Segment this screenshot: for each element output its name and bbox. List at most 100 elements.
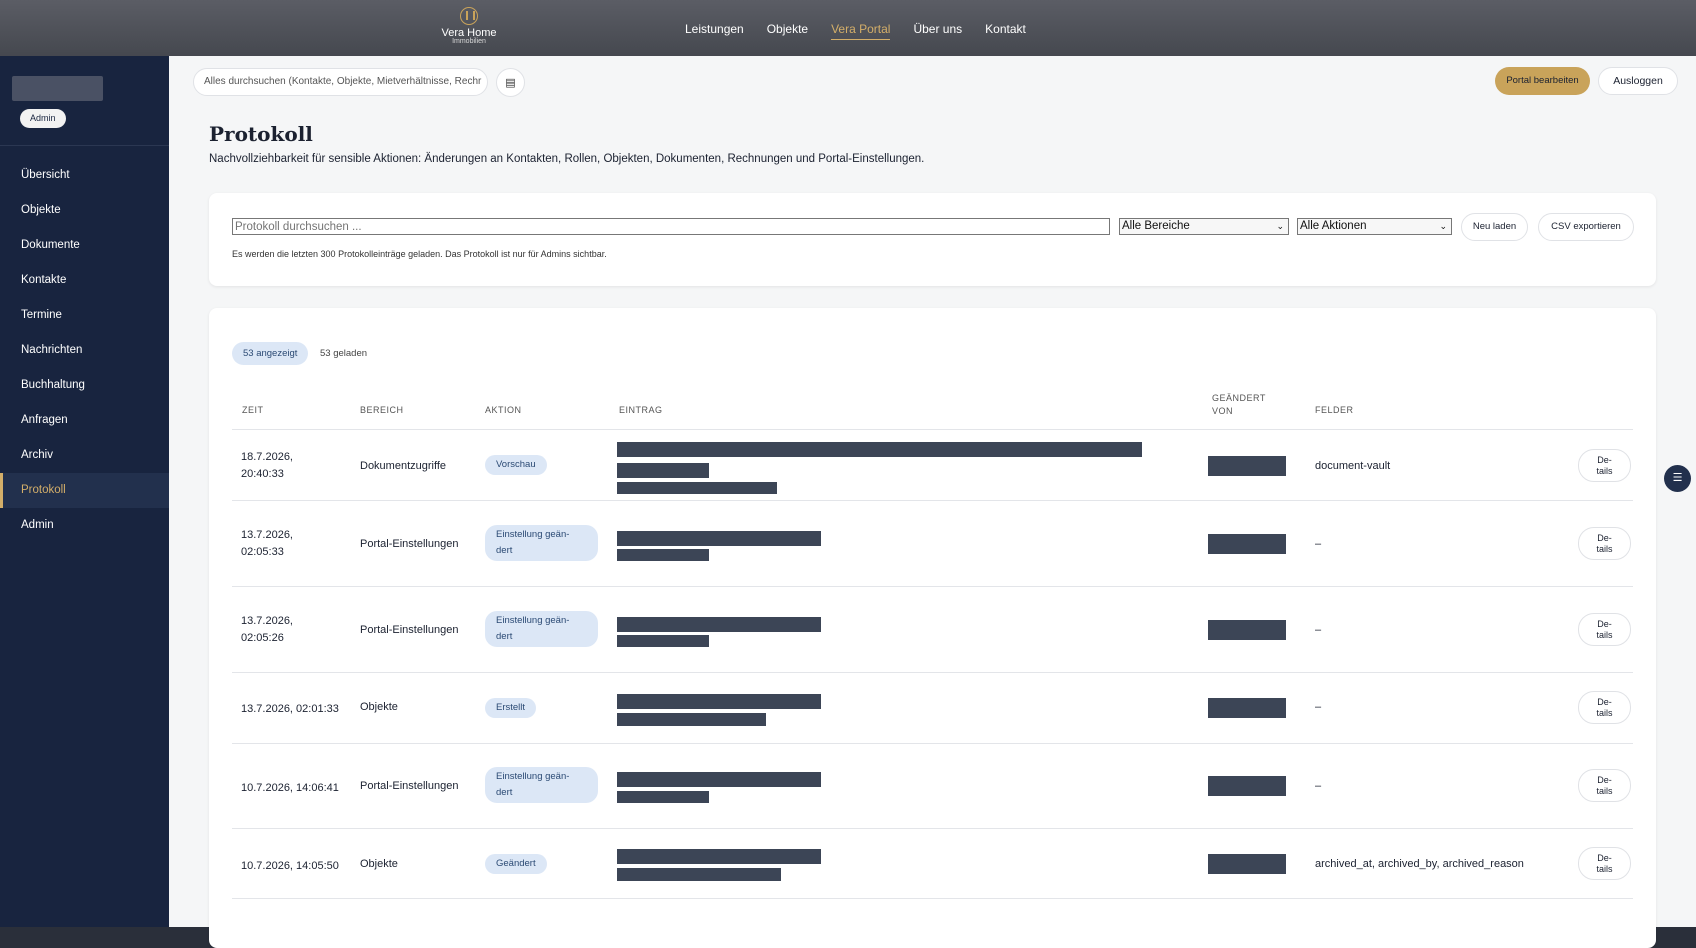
entry-redacted [617, 442, 1142, 457]
loaded-count: 53 geladen [320, 348, 368, 359]
row-action-badge: Vorschau [485, 455, 547, 475]
row-time: 10.7.2026, 14:05:50 [241, 860, 339, 872]
row-action-badge: Einstellung geän-dert [485, 525, 598, 561]
logout-button[interactable]: Ausloggen [1598, 67, 1678, 95]
table-row: 13.7.2026, 02:01:33 Objekte Erstellt – D… [232, 673, 1633, 744]
entry-redacted [617, 463, 709, 478]
sidebar-item-archiv[interactable]: Archiv [0, 438, 169, 473]
header-fields: FELDER [1315, 405, 1354, 415]
user-name-redacted [12, 76, 103, 101]
global-search-input[interactable]: Alles durchsuchen (Kontakte, Objekte, Mi… [193, 68, 488, 96]
row-time: 10.7.2026, 14:06:41 [241, 782, 339, 794]
row-time: 18.7.2026, 20:40:33 [241, 451, 293, 480]
filter-note: Es werden die letzten 300 Protokolleintr… [232, 249, 607, 259]
changed-by-redacted [1208, 854, 1286, 874]
table-row: 10.7.2026, 14:05:50 Objekte Geändert arc… [232, 829, 1633, 899]
nav-vera-portal[interactable]: Vera Portal [831, 22, 891, 40]
top-navigation-bar: Vera Home Immobilien Leistungen Objekte … [0, 0, 1696, 56]
sidebar-item-nachrichten[interactable]: Nachrichten [0, 333, 169, 368]
log-table-card: 53 angezeigt 53 geladen ZEIT BEREICH AKT… [209, 308, 1656, 948]
export-csv-button[interactable]: CSV exportieren [1538, 213, 1634, 241]
header-changed-by: GEÄNDERT VON [1212, 392, 1266, 418]
edit-portal-button[interactable]: Portal bearbeiten [1495, 67, 1590, 95]
row-fields: – [1315, 701, 1322, 713]
changed-by-redacted [1208, 620, 1286, 640]
main-nav: Leistungen Objekte Vera Portal Über uns … [685, 22, 1049, 40]
sidebar-nav: Übersicht Objekte Dokumente Kontakte Ter… [0, 158, 169, 543]
brand-logo[interactable]: Vera Home Immobilien [435, 7, 503, 45]
entry-redacted [617, 482, 777, 494]
shown-count-badge: 53 angezeigt [232, 342, 309, 365]
sidebar-item-termine[interactable]: Termine [0, 298, 169, 333]
entry-redacted [617, 549, 709, 561]
row-action-badge: Einstellung geän-dert [485, 767, 598, 803]
brand-subtitle: Immobilien [452, 38, 486, 45]
row-area: Portal-Einstellungen [360, 538, 459, 550]
row-fields: – [1315, 624, 1322, 636]
header-time: ZEIT [242, 405, 264, 415]
sidebar-item-protokoll[interactable]: Protokoll [0, 473, 169, 508]
sidebar-item-admin[interactable]: Admin [0, 508, 169, 543]
details-button[interactable]: De-tails [1578, 613, 1631, 646]
details-button[interactable]: De-tails [1578, 449, 1631, 482]
nav-objekte[interactable]: Objekte [767, 22, 808, 40]
sidebar: Admin Übersicht Objekte Dokumente Kontak… [0, 56, 169, 927]
user-block: Admin [0, 56, 169, 146]
header-action: AKTION [485, 405, 522, 415]
sidebar-item-dokumente[interactable]: Dokumente [0, 228, 169, 263]
row-time: 13.7.2026, 02:05:26 [241, 615, 293, 644]
sidebar-item-objekte[interactable]: Objekte [0, 193, 169, 228]
changed-by-redacted [1208, 534, 1286, 554]
details-button[interactable]: De-tails [1578, 847, 1631, 880]
log-search-input[interactable] [232, 218, 1110, 235]
chevron-down-icon: ⌄ [1276, 221, 1284, 231]
row-fields: – [1315, 780, 1322, 792]
filter-card: Alle Bereiche ⌄ Alle Aktionen ⌄ Neu lade… [209, 193, 1656, 286]
row-fields: archived_at, archived_by, archived_reaso… [1315, 858, 1524, 870]
changed-by-redacted [1208, 698, 1286, 718]
area-select[interactable]: Alle Bereiche ⌄ [1119, 218, 1289, 235]
row-action-badge: Einstellung geän-dert [485, 611, 598, 647]
entry-redacted [617, 635, 709, 647]
sidebar-item-buchhaltung[interactable]: Buchhaltung [0, 368, 169, 403]
row-action-badge: Erstellt [485, 698, 537, 718]
table-row: 18.7.2026, 20:40:33 Dokumentzugriffe Vors… [232, 431, 1633, 501]
entry-redacted [617, 531, 821, 546]
changed-by-redacted [1208, 776, 1286, 796]
row-area: Objekte [360, 858, 398, 870]
details-button[interactable]: De-tails [1578, 691, 1631, 724]
details-button[interactable]: De-tails [1578, 769, 1631, 802]
filter-list-icon[interactable]: ☰ [1664, 465, 1691, 492]
entry-redacted [617, 694, 821, 709]
entry-redacted [617, 868, 781, 881]
row-area: Portal-Einstellungen [360, 624, 459, 636]
sidebar-item-kontakte[interactable]: Kontakte [0, 263, 169, 298]
table-row: 13.7.2026, 02:05:26 Portal-Einstellungen … [232, 587, 1633, 673]
row-area: Objekte [360, 701, 398, 713]
header-area: BEREICH [360, 405, 404, 415]
nav-kontakt[interactable]: Kontakt [985, 22, 1026, 40]
entry-redacted [617, 772, 821, 787]
area-select-value: Alle Bereiche [1122, 220, 1190, 232]
row-area: Portal-Einstellungen [360, 780, 459, 792]
sidebar-item-uebersicht[interactable]: Übersicht [0, 158, 169, 193]
details-button[interactable]: De-tails [1578, 527, 1631, 560]
header-changed-by-line2: VON [1212, 406, 1234, 416]
entry-redacted [617, 849, 821, 864]
changed-by-redacted [1208, 456, 1286, 476]
sidebar-item-anfragen[interactable]: Anfragen [0, 403, 169, 438]
action-select-value: Alle Aktionen [1300, 220, 1367, 232]
scan-icon[interactable]: ▤ [496, 68, 525, 97]
action-select[interactable]: Alle Aktionen ⌄ [1297, 218, 1452, 235]
header-entry: EINTRAG [619, 405, 663, 415]
row-fields: document-vault [1315, 460, 1391, 472]
table-row: 10.7.2026, 14:06:41 Portal-Einstellungen… [232, 744, 1633, 829]
reload-button[interactable]: Neu laden [1461, 213, 1528, 241]
table-row: 13.7.2026, 02:05:33 Portal-Einstellungen … [232, 501, 1633, 587]
nav-ueber-uns[interactable]: Über uns [913, 22, 962, 40]
nav-leistungen[interactable]: Leistungen [685, 22, 744, 40]
header-changed-by-line1: GEÄNDERT [1212, 393, 1266, 403]
row-action-badge: Geändert [485, 854, 547, 874]
chevron-down-icon: ⌄ [1439, 221, 1447, 231]
row-fields: – [1315, 538, 1322, 550]
